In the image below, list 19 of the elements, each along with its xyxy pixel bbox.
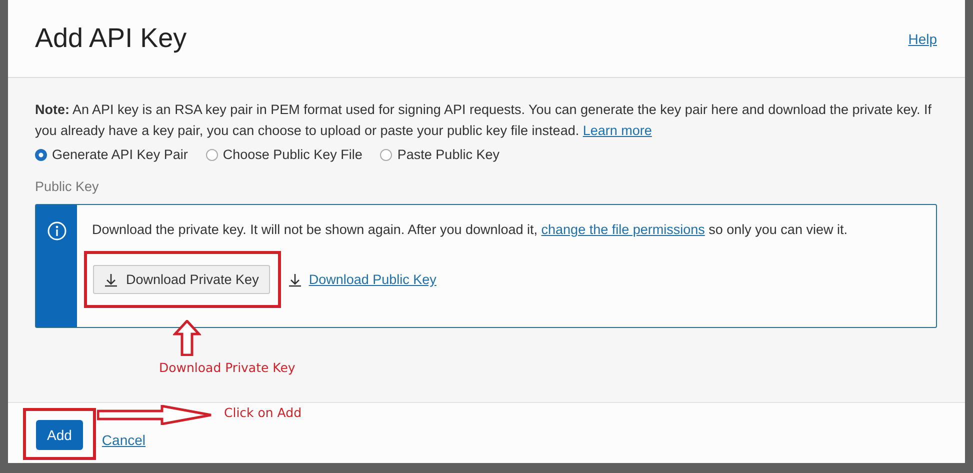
download-icon [104,272,118,286]
file-permissions-link[interactable]: change the file permissions [541,222,705,237]
radio-option[interactable]: Paste Public Key [380,147,500,162]
download-private-key-button[interactable]: Download Private Key [93,265,270,294]
radio-option[interactable]: Generate API Key Pair [35,147,188,162]
learn-more-link[interactable]: Learn more [582,123,652,138]
dialog-title: Add API Key [35,23,187,54]
help-link[interactable]: Help [908,30,937,46]
download-icon [288,272,302,286]
add-button[interactable]: Add [36,420,83,450]
annotation-label: Click on Add [224,405,302,420]
download-public-key-link[interactable]: Download Public Key [308,272,436,287]
annotation-label: Download Private Key [159,360,296,375]
note-text: Note: An API key is an RSA key pair in PEM format used for signing API requests. You can generate the key pair here and download the private key. If you already have a key pair, you can choose to upload or paste your public key file instead. Learn more [35,101,933,140]
info-icon [46,221,66,241]
section-label: Public Key [35,179,100,194]
cancel-link[interactable]: Cancel [102,432,146,448]
radio-option[interactable]: Choose Public Key File [206,147,362,162]
info-text: Download the private key. It will not be shown again. After you download it, change the file permissions so only you can view it. [92,222,848,237]
